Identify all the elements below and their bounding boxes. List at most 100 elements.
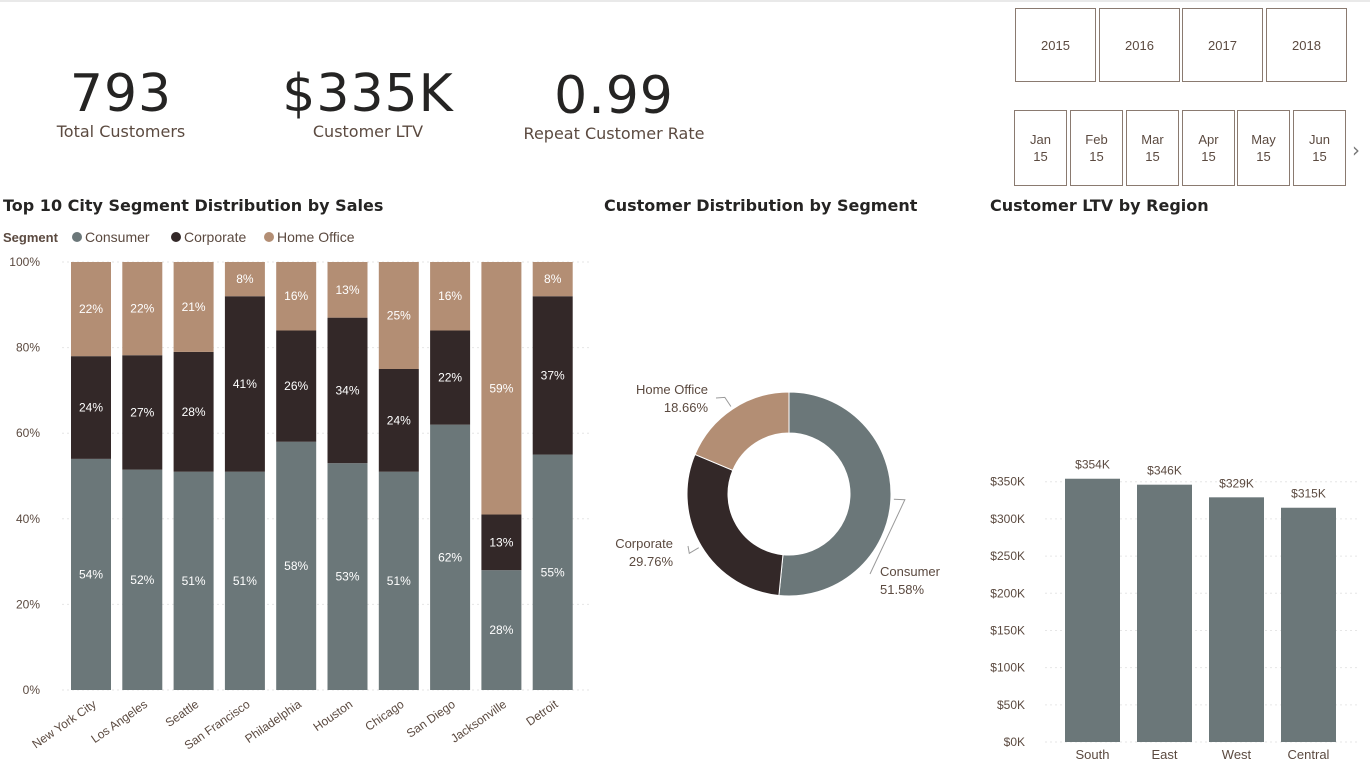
data-label: 28% [182,405,206,419]
x-tick-label: Seattle [163,697,202,730]
kpi-label: Customer LTV [312,122,424,141]
year-label: 2017 [1208,37,1237,53]
x-tick-label: Chicago [362,697,406,734]
x-tick-label: West [1222,747,1252,762]
year-slicer-2016[interactable]: 2016 [1099,8,1180,82]
legend-label: Corporate [184,229,246,245]
data-label: 58% [284,559,308,573]
leader-line [715,396,732,407]
y-tick-label: 20% [16,597,40,611]
data-label: $329K [1219,476,1254,490]
data-label: $346K [1147,464,1182,478]
x-tick-label: Houston [311,697,356,734]
bar [1209,497,1264,742]
y-tick-label: 60% [16,426,40,440]
slice-value-label: 29.76% [629,554,674,569]
year-label: 2016 [1125,37,1154,53]
legend-title: Segment [3,230,59,245]
y-tick-label: $100K [990,661,1025,675]
month-slicer-feb[interactable]: Feb 15 [1070,110,1123,186]
x-tick-label: Los Angeles [88,697,150,746]
data-label: 52% [130,573,154,587]
kpi-total-customers: 793 Total Customers [40,66,202,142]
segment-chart-title: Customer Distribution by Segment [604,196,918,215]
data-label: 24% [79,401,103,415]
data-label: 16% [284,289,308,303]
y-tick-label: $250K [990,549,1025,563]
y-tick-label: $200K [990,586,1025,600]
kpi-value: 0.99 [554,66,674,126]
data-label: 24% [387,413,411,427]
x-tick-label: New York City [29,697,98,751]
month-label: Jan [1030,132,1051,147]
y-tick-label: $300K [990,512,1025,526]
month-slicer-apr[interactable]: Apr 15 [1182,110,1235,186]
data-label: 55% [541,565,565,579]
city-segment-chart: Segment Consumer Corporate Home Office 0% 20%… [3,229,590,752]
y-tick-label: 40% [16,512,40,526]
data-label: 13% [335,283,359,297]
data-label: 8% [236,272,254,286]
x-tick-label: Central [1288,747,1330,762]
legend-marker [264,232,274,242]
month-year-label: 15 [1089,149,1104,164]
kpi-repeat-customer-rate: 0.99 Repeat Customer Rate [514,68,714,144]
slice-name-label: Consumer [880,564,941,579]
x-tick-label: Detroit [523,697,561,729]
y-tick-label: $0K [1004,735,1025,749]
y-tick-label: 0% [23,683,41,697]
month-label: Jun [1309,132,1330,147]
data-label: $315K [1291,487,1326,501]
month-label: Feb [1085,132,1108,147]
data-label: 37% [541,368,565,382]
data-label: $354K [1075,458,1110,472]
data-label: 8% [544,272,562,286]
bar [1137,484,1192,742]
x-tick-label: East [1151,747,1177,762]
y-tick-label: 80% [16,341,40,355]
data-label: 62% [438,550,462,564]
x-tick-label: South [1076,747,1110,762]
city-chart-title: Top 10 City Segment Distribution by Sale… [3,196,384,215]
data-label: 54% [79,567,103,581]
month-slicer-may[interactable]: May 15 [1237,110,1290,186]
kpi-customer-ltv: $335K Customer LTV [268,66,468,142]
legend-label: Home Office [277,229,355,245]
year-slicer-2015[interactable]: 2015 [1015,8,1096,82]
month-slicer-mar[interactable]: Mar 15 [1126,110,1179,186]
donut-slice [694,391,790,471]
data-label: 26% [284,379,308,393]
data-label: 34% [335,383,359,397]
legend-marker [171,232,181,242]
data-label: 27% [130,405,154,419]
x-tick-label: Philadelphia [242,697,304,746]
month-slicer-jan[interactable]: Jan 15 [1014,110,1067,186]
month-year-label: 15 [1145,149,1160,164]
data-label: 22% [438,371,462,385]
x-tick-label: Jacksonville [448,697,509,746]
slice-name-label: Home Office [636,382,708,397]
slice-value-label: 51.58% [880,582,925,597]
leader-line [687,545,700,555]
year-slicer-2018[interactable]: 2018 [1266,8,1347,82]
y-tick-label: $50K [997,698,1025,712]
data-label: 13% [489,535,513,549]
year-slicer-2017[interactable]: 2017 [1182,8,1263,82]
segment-donut-chart: Consumer 51.58% Corporate 29.76% Home Office… [615,382,941,597]
month-slicer-jun[interactable]: Jun 15 [1293,110,1346,186]
chevron-right-icon[interactable]: › [1352,138,1360,162]
month-year-label: 15 [1312,149,1327,164]
data-label: 22% [79,302,103,316]
y-tick-label: $150K [990,623,1025,637]
kpi-label: Total Customers [56,122,186,141]
slice-value-label: 18.66% [664,400,709,415]
data-label: 16% [438,289,462,303]
y-tick-label: 100% [9,255,40,269]
month-year-label: 15 [1256,149,1271,164]
year-label: 2015 [1041,37,1070,53]
data-label: 22% [130,302,154,316]
legend-marker [72,232,82,242]
month-year-label: 15 [1033,149,1048,164]
data-label: 21% [182,300,206,314]
year-label: 2018 [1292,37,1321,53]
